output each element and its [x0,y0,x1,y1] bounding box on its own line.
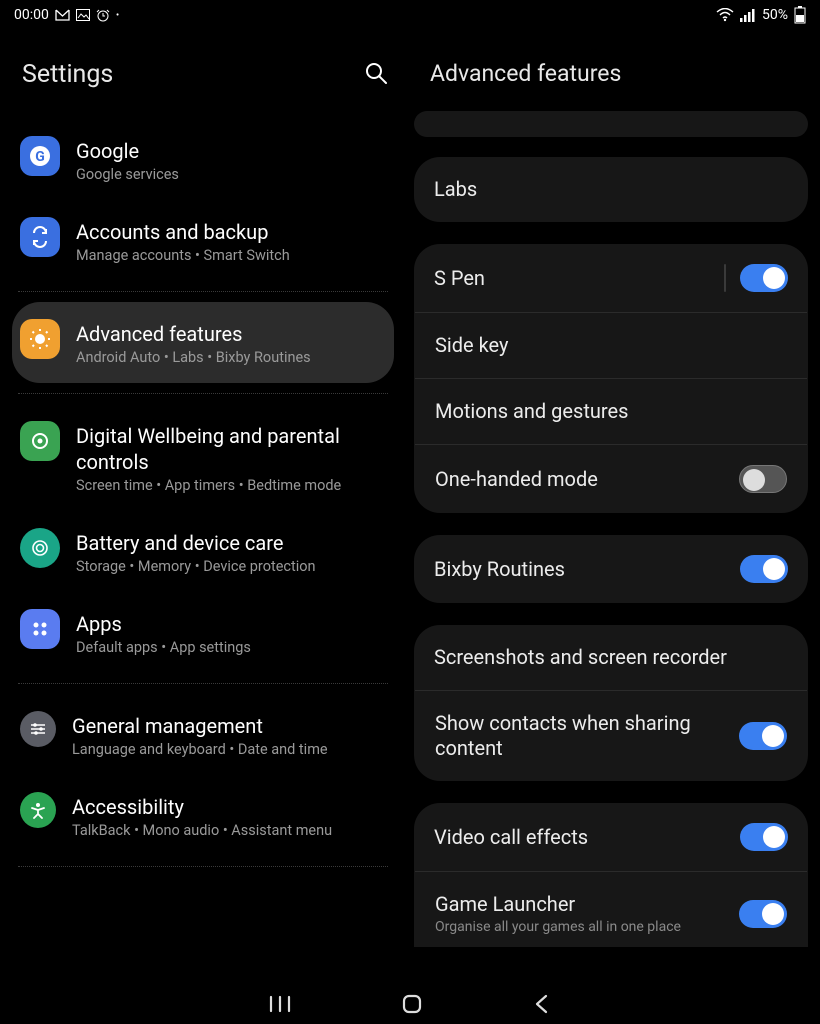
care-icon [20,528,60,568]
settings-header: Settings [0,30,406,119]
item-title: Advanced features [76,321,384,347]
item-sub: Manage accounts • Smart Switch [76,247,394,264]
toggle-s-pen[interactable] [740,264,788,292]
item-sub: Android Auto • Labs • Bixby Routines [76,349,384,366]
row-side-key[interactable]: Side key [415,312,807,378]
row-label: S Pen [434,266,716,291]
status-left: 00:00 • [14,7,119,23]
row-label: Game Launcher [435,892,739,917]
item-title: Battery and device care [76,530,394,556]
status-time: 00:00 [14,7,49,23]
accessibility-icon [20,792,56,828]
settings-group: Labs [414,157,808,222]
detail-pane: Advanced features Labs S Pen Side key Mo… [406,30,820,984]
settings-item-accounts-backup[interactable]: Accounts and backup Manage accounts • Sm… [0,200,406,281]
toggle-game-launcher[interactable] [739,900,787,928]
google-icon: G [20,136,60,176]
item-sub: Language and keyboard • Date and time [72,741,394,758]
row-label: Side key [435,333,787,358]
settings-group: Screenshots and screen recorder Show con… [414,625,808,781]
settings-item-battery-care[interactable]: Battery and device care Storage • Memory… [0,511,406,592]
image-icon [76,9,90,21]
item-title: General management [72,713,394,739]
divider [18,866,388,867]
divider [18,393,388,394]
row-video-call-effects[interactable]: Video call effects [414,803,808,871]
settings-item-accessibility[interactable]: Accessibility TalkBack • Mono audio • As… [0,775,406,856]
row-labs[interactable]: Labs [414,157,808,222]
gear-badge-icon [20,319,60,359]
row-label: Motions and gestures [435,399,787,424]
toggle-video-call-effects[interactable] [740,823,788,851]
toggle-one-handed[interactable] [739,465,787,493]
navigation-bar [0,984,820,1024]
row-label: One-handed mode [435,467,739,492]
item-title: Apps [76,611,394,637]
signal-icon [740,8,756,22]
battery-icon [794,6,806,24]
dot-icon: • [116,10,119,21]
item-sub: Default apps • App settings [76,639,394,656]
toggle-show-contacts[interactable] [739,722,787,750]
settings-item-apps[interactable]: Apps Default apps • App settings [0,592,406,673]
row-bixby-routines[interactable]: Bixby Routines [414,535,808,603]
detail-header: Advanced features [412,30,810,111]
row-motions-gestures[interactable]: Motions and gestures [415,378,807,444]
row-sub: Organise all your games all in one place [435,919,739,935]
partial-card-top [414,111,808,137]
settings-list-pane: Settings G Google Google services [0,30,406,984]
home-button[interactable] [401,993,423,1015]
settings-group: S Pen Side key Motions and gestures One-… [414,244,808,513]
recents-button[interactable] [269,995,291,1013]
settings-group: Video call effects Game Launcher Organis… [414,803,808,947]
settings-item-general-management[interactable]: General management Language and keyboard… [0,694,406,775]
item-sub: Screen time • App timers • Bedtime mode [76,477,394,494]
item-sub: Storage • Memory • Device protection [76,558,394,575]
battery-text: 50% [762,7,788,23]
row-label: Bixby Routines [434,557,740,582]
row-label: Show contacts when sharing content [435,711,739,761]
divider [18,683,388,684]
sync-icon [20,217,60,257]
settings-list: G Google Google services Accounts and ba… [0,119,406,867]
wifi-icon [716,8,734,22]
back-button[interactable] [533,993,551,1015]
settings-item-google[interactable]: G Google Google services [0,119,406,200]
settings-title: Settings [22,60,113,89]
toggle-bixby[interactable] [740,555,788,583]
item-sub: Google services [76,166,394,183]
gmail-icon [55,9,70,21]
item-title: Accessibility [72,794,394,820]
apps-icon [20,609,60,649]
status-right: 50% [716,6,806,24]
item-sub: TalkBack • Mono audio • Assistant menu [72,822,394,839]
search-icon[interactable] [364,61,388,89]
settings-group: Bixby Routines [414,535,808,603]
row-show-contacts-sharing[interactable]: Show contacts when sharing content [415,690,807,781]
divider [18,291,388,292]
sliders-icon [20,711,56,747]
row-label: Screenshots and screen recorder [434,645,788,670]
row-screenshots-recorder[interactable]: Screenshots and screen recorder [414,625,808,690]
item-title: Accounts and backup [76,219,394,245]
toggle-divider [724,264,726,292]
settings-item-advanced-features[interactable]: Advanced features Android Auto • Labs • … [12,302,394,383]
alarm-icon [96,8,110,22]
svg-text:G: G [35,149,45,165]
wellbeing-icon [20,421,60,461]
item-title: Google [76,138,394,164]
row-game-launcher[interactable]: Game Launcher Organise all your games al… [415,871,807,947]
item-title: Digital Wellbeing and parental controls [76,423,394,475]
row-s-pen[interactable]: S Pen [414,244,808,312]
row-label: Labs [434,177,788,202]
row-label: Video call effects [434,825,740,850]
status-bar: 00:00 • 50% [0,0,820,30]
detail-title: Advanced features [430,60,800,87]
settings-item-digital-wellbeing[interactable]: Digital Wellbeing and parental controls … [0,404,406,511]
row-one-handed-mode[interactable]: One-handed mode [415,444,807,513]
